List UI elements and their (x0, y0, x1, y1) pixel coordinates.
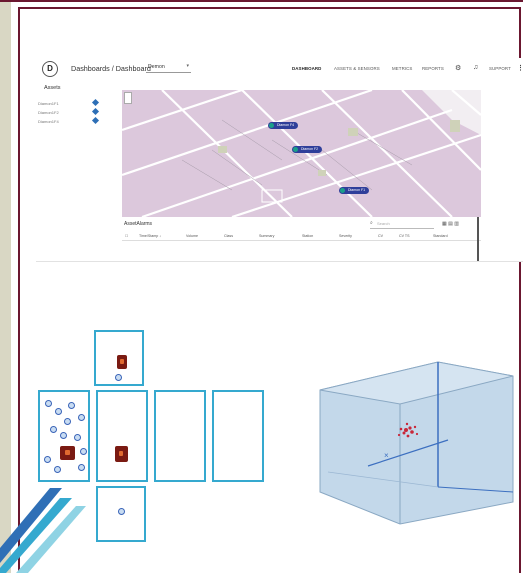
column-header[interactable]: Time/Stamp ↓ (139, 234, 161, 238)
marker-label: Diamon F2 (301, 147, 319, 151)
nav-dashboard[interactable]: DASHBOARD (292, 66, 321, 71)
map-streets (122, 90, 481, 217)
map-marker[interactable]: Diamon F2 (292, 146, 323, 153)
sensor-dot (80, 448, 87, 455)
logo[interactable]: D (42, 61, 58, 77)
column-header[interactable]: Standard (433, 234, 448, 238)
heat-core (120, 359, 124, 364)
box-3d-view: × (319, 361, 514, 525)
asset-name: Diamon1F2 (38, 110, 59, 115)
marker-label: Diamon F4 (277, 123, 295, 127)
column-header[interactable]: CV TS (399, 234, 410, 238)
map-marker[interactable]: Diamon F1 (339, 187, 370, 194)
column-header[interactable]: Volume (186, 234, 198, 238)
select-all-checkbox[interactable]: ☐ (125, 234, 128, 238)
asset-row[interactable]: Diamon1F2 (38, 107, 108, 117)
search-icon: ⌕ (370, 220, 373, 226)
column-header[interactable]: Class (224, 234, 233, 238)
marker-icon (269, 123, 274, 128)
table-header: ☐ Time/Stamp ↓ Volume Class Summary Stat… (122, 233, 481, 241)
grid-icon[interactable]: ▦ ▤ ▥ (442, 221, 459, 227)
asset-diamond-icon (91, 107, 100, 116)
marker-icon (293, 147, 298, 152)
face-bottom (96, 486, 146, 542)
assets-panel: Assets Diamon1F1 Diamon1F2 Diamon1F4 (36, 83, 121, 243)
marker-label: Diamon F1 (348, 188, 366, 192)
asset-diamond-icon (91, 98, 100, 107)
column-header[interactable]: Severity (339, 234, 352, 238)
nav-assets-sensors[interactable]: ASSETS & SENSORS (334, 66, 380, 71)
site-map[interactable]: Diamon F4 Diamon F2 Diamon F1 (122, 90, 481, 217)
face-top (94, 330, 144, 386)
column-header[interactable]: Summary (259, 234, 274, 238)
map-marker[interactable]: Diamon F4 (268, 122, 299, 129)
search-input[interactable]: ⌕ Search (370, 220, 434, 229)
sensor-dot (78, 464, 85, 471)
asset-name: Diamon1F4 (38, 119, 59, 124)
search-placeholder: Search (377, 221, 390, 226)
sensor-dot (115, 374, 122, 381)
sensor-dot (64, 418, 71, 425)
column-header[interactable]: Station (302, 234, 313, 238)
map-zoom-control[interactable] (124, 92, 132, 104)
sensor-dot (55, 408, 62, 415)
assets-title: Assets (44, 85, 61, 91)
face-left (38, 390, 90, 482)
sensor-dot (118, 508, 125, 515)
face-right (154, 390, 206, 482)
asset-name: Diamon1F1 (38, 101, 59, 106)
gear-icon[interactable]: ⚙ (455, 64, 461, 72)
svg-text:×: × (384, 451, 389, 460)
heat-core (119, 451, 123, 456)
face-front (96, 390, 148, 482)
sensor-dot (44, 456, 51, 463)
nav-metrics[interactable]: METRICS (392, 66, 412, 71)
slide: D Dashboards / Dashboard Demon ▾ DASHBOA… (0, 0, 523, 573)
sensor-dot (54, 466, 61, 473)
sensor-dot (60, 432, 67, 439)
asset-row[interactable]: Diamon1F4 (38, 116, 108, 126)
bell-icon[interactable]: ♫ (473, 64, 478, 71)
dashboard-selector[interactable]: Demon ▾ (146, 61, 191, 73)
decorative-stripes (0, 488, 86, 573)
nav-reports[interactable]: REPORTS (422, 66, 444, 71)
alarms-panel: AssetAlarms ⌕ Search ▦ ▤ ▥ ☐ Time/Stamp … (122, 218, 481, 261)
more-vertical-icon[interactable]: ⋮ (517, 64, 523, 72)
asset-row[interactable]: Diamon1F1 (38, 98, 108, 108)
sensor-dot (45, 400, 52, 407)
nav-support[interactable]: SUPPORT (489, 66, 511, 71)
sensor-dot (68, 402, 75, 409)
heat-core (65, 450, 70, 455)
asset-diamond-icon (91, 116, 100, 125)
alarms-title: AssetAlarms (124, 221, 153, 227)
column-header[interactable]: CV (378, 234, 383, 238)
top-bar: D Dashboards / Dashboard Demon ▾ DASHBOA… (36, 58, 523, 80)
dashboard-selector-value: Demon (148, 64, 165, 70)
face-back (212, 390, 264, 482)
dashboard-screenshot: D Dashboards / Dashboard Demon ▾ DASHBOA… (36, 58, 523, 262)
frame-top-line (0, 0, 523, 2)
marker-icon (340, 188, 345, 193)
chevron-down-icon: ▾ (186, 63, 189, 69)
sensor-dot (50, 426, 57, 433)
scrollbar[interactable] (477, 217, 479, 261)
breadcrumb: Dashboards / Dashboard (71, 64, 151, 73)
sensor-dot (78, 414, 85, 421)
sensor-dot (74, 434, 81, 441)
